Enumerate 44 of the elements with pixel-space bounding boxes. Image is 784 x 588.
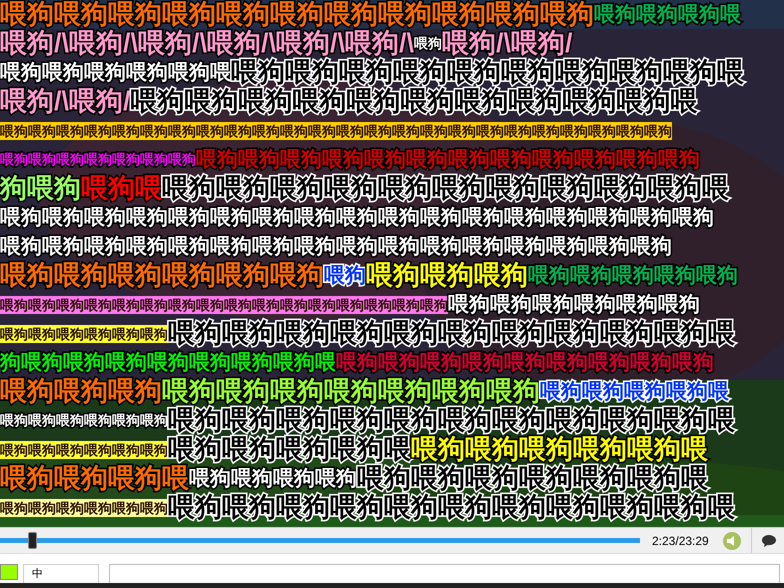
bullet-comment: 喂狗/\喂狗/\喂狗/\喂狗/\喂狗/\喂狗/\ xyxy=(0,29,414,58)
bullet-comment: 喂狗喂狗喂狗喂狗喂狗喂狗喂狗喂狗喂狗喂狗喂狗喂狗 xyxy=(196,147,700,173)
comment-color-swatch[interactable] xyxy=(0,564,18,580)
bullet-comment: 喂狗喂 xyxy=(81,174,162,203)
bullet-comment: 喂狗喂狗喂狗喂狗喂狗喂狗喂狗喂狗喂狗喂狗喂狗喂狗喂狗喂狗喂狗喂狗喂狗喂狗喂狗喂狗喂狗喂狗喂狗喂狗 xyxy=(0,122,672,140)
bullet-comment: 喂狗/\喂狗/ xyxy=(442,29,573,58)
bullet-comment: 喂狗喂狗喂狗喂狗喂狗喂狗 xyxy=(0,324,168,342)
bullet-comment: 喂狗/\喂狗/ xyxy=(0,87,131,116)
bullet-comment: 喂狗喂狗喂狗喂狗喂狗喂狗喂狗喂狗喂狗喂狗喂狗喂狗喂狗喂狗喂狗喂狗 xyxy=(0,234,672,260)
bullet-comment: 喂狗喂狗喂狗 xyxy=(0,377,162,406)
bullet-comment: 喂狗喂狗喂狗喂狗喂 xyxy=(168,435,411,464)
bullet-comment: 喂狗喂狗喂狗喂狗喂狗喂狗喂 xyxy=(357,464,708,493)
bullet-comment: 喂狗喂狗喂狗喂狗喂狗喂狗喂狗喂狗喂狗喂狗喂狗喂狗喂狗喂狗喂狗喂狗喂狗 xyxy=(0,205,714,231)
bullet-comment: 喂狗 xyxy=(324,263,366,289)
bullet-comment: 喂狗喂狗喂狗喂狗喂狗喂狗 xyxy=(0,440,168,458)
playback-time: 2:23/23:29 xyxy=(652,532,709,550)
bullet-comment: 喂狗喂狗喂狗喂狗喂狗喂狗喂狗喂狗喂狗喂狗喂狗喂狗喂狗喂狗喂狗喂狗 xyxy=(0,296,448,314)
bullet-comment: 喂狗喂狗喂狗喂狗喂狗喂狗喂狗喂狗喂狗喂 xyxy=(231,58,744,87)
bullet-comment: 喂狗喂狗喂狗喂狗喂狗喂狗 xyxy=(0,411,168,430)
bullet-comment: 喂狗喂狗喂狗喂 xyxy=(0,464,189,493)
bullet-comment: 喂狗喂狗喂狗喂 xyxy=(594,2,741,28)
speech-bubble-icon[interactable] xyxy=(760,534,777,548)
bullet-comment: 喂狗喂狗喂狗喂狗 xyxy=(189,466,357,492)
bullet-comment: 喂狗喂狗喂狗喂狗喂狗喂 xyxy=(0,60,231,86)
bullet-comment: 喂狗喂狗喂狗喂狗喂狗喂 xyxy=(411,435,708,464)
bullet-comment: 喂狗喂狗喂狗喂狗喂狗喂狗喂狗喂狗喂狗喂狗喂 xyxy=(130,87,698,116)
bullet-comment: 喂狗喂狗喂狗喂狗喂 xyxy=(540,379,729,405)
bullet-comment: 喂狗喂狗喂狗喂狗喂狗喂狗 xyxy=(0,498,168,516)
bullet-comment: 喂狗喂狗喂狗喂狗喂狗喂狗喂狗喂狗喂狗 xyxy=(336,350,714,376)
bullet-comment: 喂狗喂狗喂狗 xyxy=(366,261,528,290)
progress-thumb[interactable] xyxy=(28,532,37,549)
comment-input-field[interactable] xyxy=(109,564,780,584)
bullet-comment: 喂狗喂狗喂狗喂狗喂狗喂狗喂狗喂狗喂狗喂狗喂 xyxy=(168,319,735,348)
bullet-comment: 喂狗喂狗喂狗喂狗喂狗喂狗 xyxy=(448,292,700,318)
bullet-comment: 喂狗喂狗喂狗喂狗喂狗喂狗喂狗喂狗喂狗喂狗喂 xyxy=(168,406,735,435)
bullet-comment: 喂狗喂狗喂狗喂狗喂狗喂狗喂狗喂狗喂狗喂狗喂 xyxy=(162,174,729,203)
progress-track[interactable] xyxy=(0,532,640,549)
bullet-comment: 喂狗喂狗喂狗喂狗喂狗 xyxy=(528,263,738,289)
bullet-comment: 喂狗喂狗喂狗喂狗喂狗喂狗 xyxy=(0,261,324,290)
bullet-comment: 喂狗喂狗喂狗喂狗喂狗喂狗喂狗 xyxy=(0,150,196,169)
bullet-comment: 喂狗 xyxy=(414,34,442,53)
bullet-comment: 喂狗喂狗喂狗喂狗喂狗喂狗喂狗喂狗喂狗喂狗喂狗 xyxy=(0,0,594,29)
bullet-comment: 喂狗喂狗喂狗喂狗喂狗喂狗喂狗 xyxy=(162,377,540,406)
bullet-comment: 喂狗喂狗喂狗喂狗喂狗喂狗喂狗喂狗喂狗喂狗喂 xyxy=(168,493,735,522)
